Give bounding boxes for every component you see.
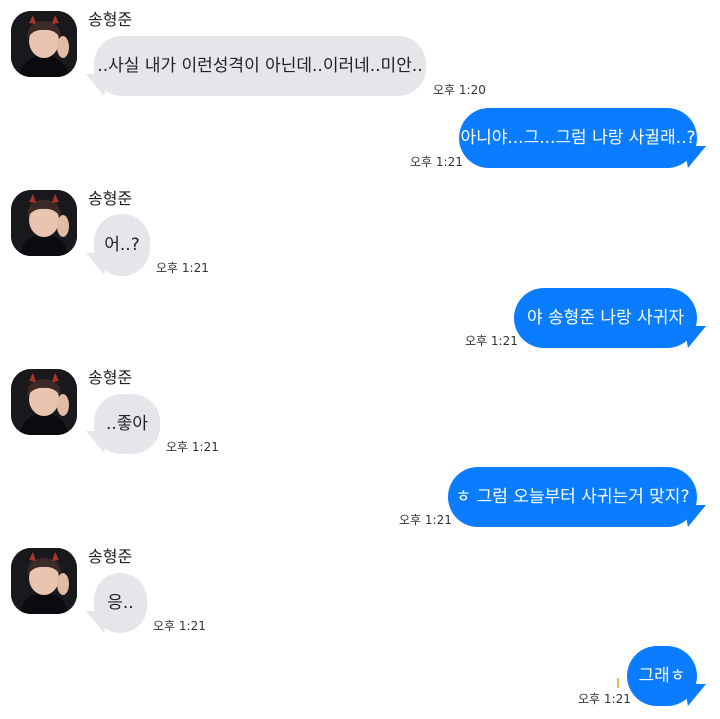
message-bubble-incoming[interactable]: 어..? — [94, 214, 150, 276]
sender-avatar[interactable] — [11, 11, 77, 77]
message-timestamp: 오후 1:21 — [156, 261, 209, 275]
message-text: 응.. — [107, 593, 134, 613]
message-text: 어..? — [104, 235, 140, 255]
message-text: 그래ㅎ — [638, 666, 686, 686]
sender-name: 송형준 — [88, 368, 133, 387]
message-timestamp: 오후 1:21 — [399, 513, 452, 527]
message-timestamp: 오후 1:21 — [166, 440, 219, 454]
message-bubble-incoming[interactable]: ..좋아 — [94, 394, 160, 454]
sender-avatar[interactable] — [11, 548, 77, 614]
message-timestamp: 오후 1:21 — [465, 334, 518, 348]
message-bubble-incoming[interactable]: 응.. — [94, 573, 147, 633]
sender-avatar[interactable] — [11, 190, 77, 256]
message-timestamp: 오후 1:20 — [433, 83, 486, 97]
message-text: 아니야...그...그럼 나랑 사귈래..? — [460, 128, 696, 148]
message-bubble-outgoing[interactable]: ㅎ 그럼 오늘부터 사귀는거 맞지? — [448, 467, 697, 527]
profile-photo-icon — [11, 11, 77, 77]
profile-photo-icon — [11, 369, 77, 435]
profile-photo-icon — [11, 190, 77, 256]
message-text: ..좋아 — [105, 414, 149, 434]
message-text: 야 송형준 나랑 사귀자 — [527, 308, 684, 328]
sender-name: 송형준 — [88, 189, 133, 208]
message-timestamp: 오후 1:21 — [153, 619, 206, 633]
message-bubble-incoming[interactable]: ..사실 내가 이런성격이 아닌데..이러네..미안.. — [94, 36, 426, 96]
message-bubble-outgoing[interactable]: 야 송형준 나랑 사귀자 — [514, 288, 697, 348]
caret-icon — [617, 678, 619, 688]
message-timestamp: 오후 1:21 — [410, 155, 463, 169]
sender-avatar[interactable] — [11, 369, 77, 435]
message-text: ㅎ 그럼 오늘부터 사귀는거 맞지? — [455, 487, 690, 507]
message-bubble-outgoing[interactable]: 그래ㅎ — [627, 646, 697, 706]
message-text: ..사실 내가 이런성격이 아닌데..이러네..미안.. — [97, 56, 423, 76]
profile-photo-icon — [11, 548, 77, 614]
message-bubble-outgoing[interactable]: 아니야...그...그럼 나랑 사귈래..? — [459, 108, 697, 168]
sender-name: 송형준 — [88, 10, 133, 29]
sender-name: 송형준 — [88, 547, 133, 566]
message-timestamp: 오후 1:21 — [578, 692, 631, 706]
